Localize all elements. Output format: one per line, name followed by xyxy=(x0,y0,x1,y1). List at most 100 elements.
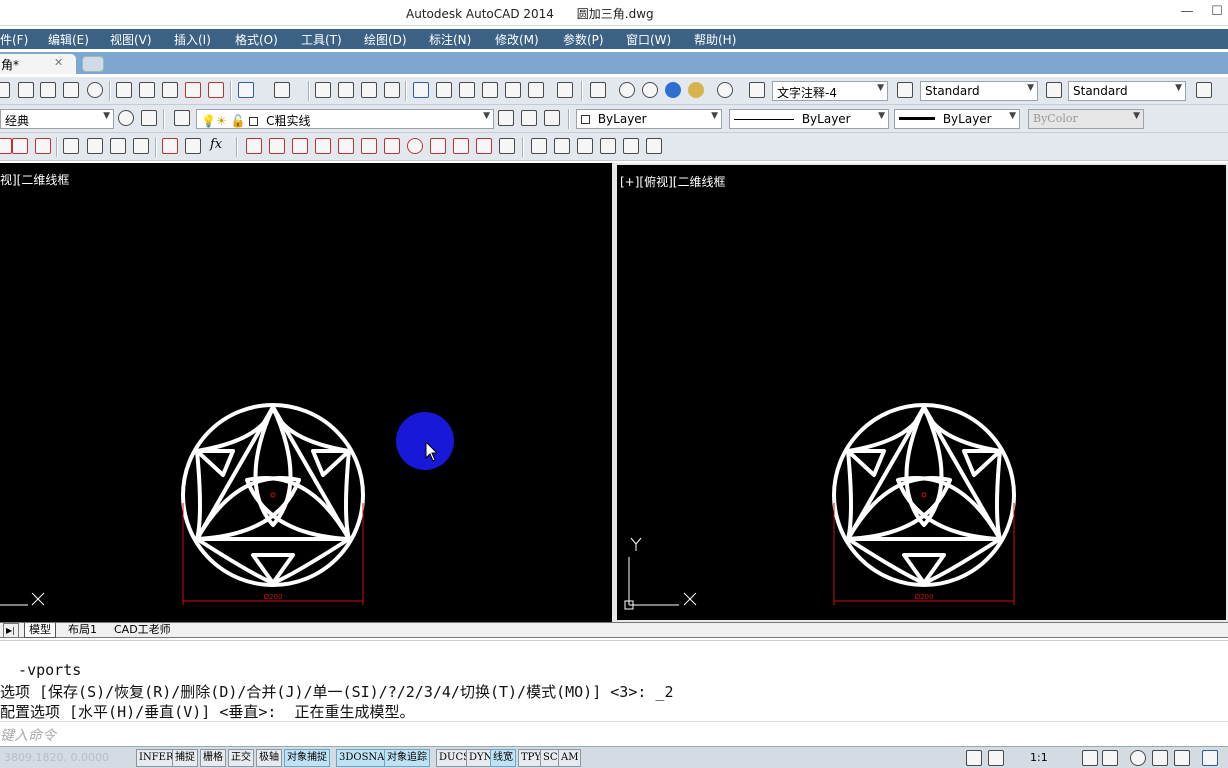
text-style-icon[interactable] xyxy=(749,82,765,98)
annotation-scale[interactable]: 1:1 xyxy=(1030,751,1048,764)
materials-icon[interactable] xyxy=(688,82,704,98)
print-preview-icon[interactable] xyxy=(40,82,56,98)
block-editor-icon[interactable] xyxy=(208,82,224,98)
status-toggle-捕捉[interactable]: 捕捉 xyxy=(172,749,198,767)
menu-view[interactable]: 视图(V) xyxy=(110,31,152,48)
menu-help[interactable]: 帮助(H) xyxy=(694,31,736,48)
render-icon[interactable] xyxy=(665,82,681,98)
right-viewport[interactable]: [+][俯视][二维线框 Ø200 xyxy=(615,163,1228,622)
help-icon[interactable] xyxy=(557,82,573,98)
constraint-radius-icon[interactable] xyxy=(623,138,639,154)
zoom-previous-icon[interactable] xyxy=(384,82,400,98)
layout-nav-button[interactable]: ▶| xyxy=(3,623,19,638)
quick-dim-icon[interactable] xyxy=(430,138,446,154)
text-style-select[interactable]: 文字注释-4 ▼ xyxy=(772,81,888,101)
minimize-button[interactable]: — xyxy=(1178,3,1196,21)
menu-format[interactable]: 格式(O) xyxy=(235,31,278,48)
constraint-horizontal-icon[interactable] xyxy=(531,138,547,154)
status-toggle-极轴[interactable]: 极轴 xyxy=(256,749,282,767)
hide-icon[interactable] xyxy=(619,82,635,98)
linetype-select[interactable]: ByLayer ▼ xyxy=(729,109,889,129)
block-attribute-icon[interactable] xyxy=(87,138,103,154)
annotation-visibility-icon[interactable] xyxy=(1082,750,1098,766)
table-style-select[interactable]: Standard ▼ xyxy=(1068,81,1186,101)
lock-icon[interactable] xyxy=(1152,750,1168,766)
model-space-icon[interactable] xyxy=(966,750,982,766)
maximize-button[interactable]: ☐ xyxy=(1208,3,1226,21)
dim-continue-icon[interactable] xyxy=(476,138,492,154)
paste-icon[interactable] xyxy=(162,82,178,98)
insert-block-icon[interactable] xyxy=(0,138,12,154)
dim-baseline-icon[interactable] xyxy=(453,138,469,154)
isolate-icon[interactable] xyxy=(1174,750,1190,766)
menu-insert[interactable]: 插入(I) xyxy=(174,31,211,48)
command-input[interactable]: 键入命令 xyxy=(0,721,1228,745)
undo-icon[interactable] xyxy=(238,82,254,98)
color-select[interactable]: ByLayer ▼ xyxy=(576,109,722,129)
menu-dimension[interactable]: 标注(N) xyxy=(429,31,471,48)
workspace-settings-icon[interactable] xyxy=(118,110,134,126)
dim-style-select[interactable]: Standard ▼ xyxy=(920,81,1038,101)
formula-icon[interactable]: fx xyxy=(210,137,222,152)
menu-window[interactable]: 窗口(W) xyxy=(626,31,671,48)
dim-jogged-icon[interactable] xyxy=(361,138,377,154)
zoom-realtime-icon[interactable] xyxy=(338,82,354,98)
3d-dwf-icon[interactable] xyxy=(87,82,103,98)
menu-modify[interactable]: 修改(M) xyxy=(495,31,539,48)
make-current-icon[interactable] xyxy=(498,110,514,126)
multileader-style-icon[interactable] xyxy=(1196,82,1212,98)
write-block-icon[interactable] xyxy=(35,138,51,154)
status-toggle-infer[interactable]: INFER xyxy=(136,749,177,767)
status-toggle-线宽[interactable]: 线宽 xyxy=(490,749,516,767)
status-toggle-栅格[interactable]: 栅格 xyxy=(200,749,226,767)
auto-scale-icon[interactable] xyxy=(1102,750,1118,766)
status-toggle-正交[interactable]: 正交 xyxy=(228,749,254,767)
lineweight-select[interactable]: ByLayer ▼ xyxy=(894,109,1020,129)
dim-radius-icon[interactable] xyxy=(338,138,354,154)
constraint-angular-icon[interactable] xyxy=(600,138,616,154)
cut-icon[interactable] xyxy=(116,82,132,98)
edit-attribute-icon[interactable] xyxy=(110,138,126,154)
dim-diameter-icon[interactable] xyxy=(384,138,400,154)
tool-palettes-icon[interactable] xyxy=(459,82,475,98)
print-icon[interactable] xyxy=(18,82,34,98)
menu-draw[interactable]: 绘图(D) xyxy=(364,31,407,48)
tab-layout1[interactable]: 布局1 xyxy=(64,623,101,638)
menu-file[interactable]: 件(F) xyxy=(0,31,28,48)
copy-icon[interactable] xyxy=(139,82,155,98)
match-properties-icon[interactable] xyxy=(185,82,201,98)
menu-tools[interactable]: 工具(T) xyxy=(301,31,342,48)
define-attribute-icon[interactable] xyxy=(63,138,79,154)
status-toggle-对象捕捉[interactable]: 对象捕捉 xyxy=(284,749,330,767)
zoom-window-icon[interactable] xyxy=(361,82,377,98)
tab-layout2[interactable]: CAD工老师 xyxy=(110,623,175,638)
status-toggle-对象追踪[interactable]: 对象追踪 xyxy=(384,749,430,767)
workspace-select[interactable]: 经典 ▼ xyxy=(0,109,114,129)
constraint-aligned-icon[interactable] xyxy=(577,138,593,154)
menu-edit[interactable]: 编辑(E) xyxy=(48,31,89,48)
status-toggle-am[interactable]: AM xyxy=(558,749,582,767)
dim-aligned-icon[interactable] xyxy=(269,138,285,154)
delete-constraint-icon[interactable] xyxy=(162,138,178,154)
tab-model[interactable]: 模型 xyxy=(24,623,56,638)
dim-linear-icon[interactable] xyxy=(246,138,262,154)
dim-arc-icon[interactable] xyxy=(292,138,308,154)
left-viewport[interactable]: 视][二维线框 Ø200 xyxy=(0,163,612,622)
table-style-icon[interactable] xyxy=(1046,82,1062,98)
field-icon[interactable] xyxy=(185,138,201,154)
new-icon[interactable] xyxy=(0,82,10,98)
sheet-set-icon[interactable] xyxy=(482,82,498,98)
gear-icon[interactable] xyxy=(1130,750,1146,766)
menu-parametric[interactable]: 参数(P) xyxy=(563,31,604,48)
clean-screen-icon[interactable] xyxy=(1202,750,1218,766)
dim-lock-icon[interactable] xyxy=(499,138,515,154)
close-tab-icon[interactable]: ✕ xyxy=(54,56,63,69)
make-block-icon[interactable] xyxy=(12,138,28,154)
pan-icon[interactable] xyxy=(315,82,331,98)
constraint-diameter-icon[interactable] xyxy=(646,138,662,154)
dim-style-icon[interactable] xyxy=(897,82,913,98)
layer-properties-icon[interactable] xyxy=(174,110,190,126)
constraint-vertical-icon[interactable] xyxy=(554,138,570,154)
camera-icon[interactable] xyxy=(717,82,733,98)
dim-angular-icon[interactable] xyxy=(407,138,423,154)
